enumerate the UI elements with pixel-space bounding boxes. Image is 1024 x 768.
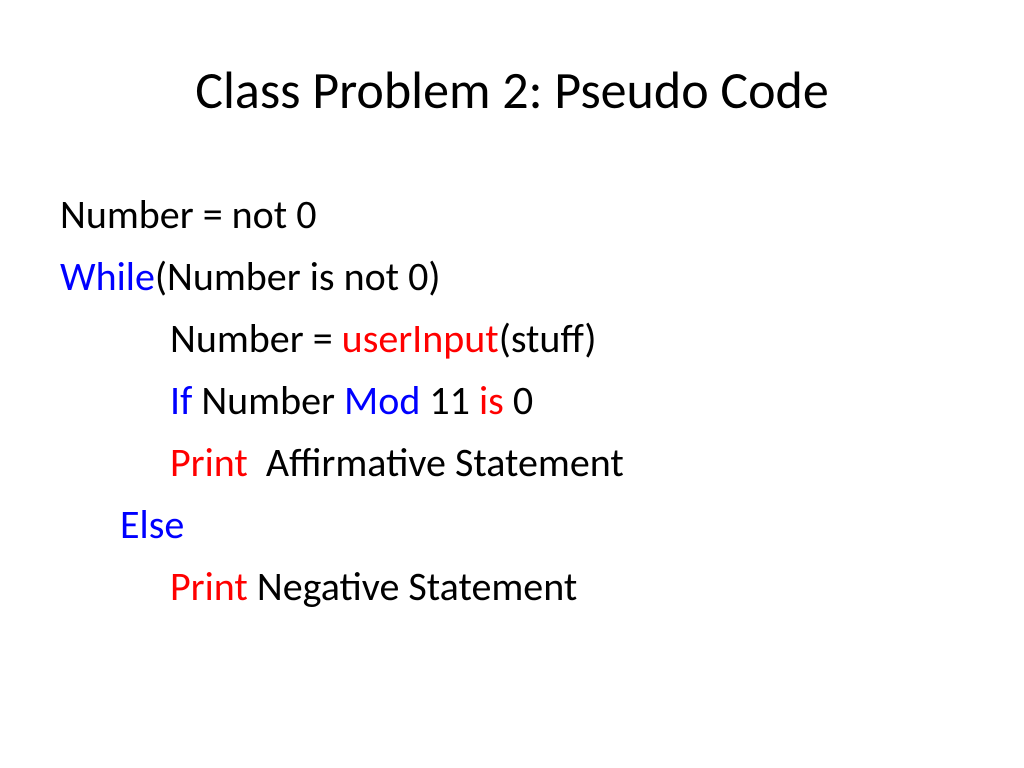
slide: Class Problem 2: Pseudo Code Number = no… (0, 0, 1024, 768)
keyword-userinput: userInput (342, 314, 499, 363)
code-text: 11 (420, 376, 479, 425)
keyword-print: Print (170, 562, 248, 611)
keyword-if: If (170, 376, 192, 425)
code-line-1: Number = not 0 (60, 184, 1024, 246)
code-text: (Number is not 0) (155, 252, 441, 301)
code-text: Number (192, 376, 344, 425)
keyword-print: Print (170, 438, 248, 487)
code-line-4: If Number Mod 11 is 0 (60, 370, 1024, 432)
code-line-3: Number = userInput(stuff) (60, 308, 1024, 370)
code-text: 0 (504, 376, 533, 425)
code-line-6: Else (60, 494, 1024, 556)
keyword-mod: Mod (344, 376, 420, 425)
code-text: Number = not 0 (60, 190, 316, 239)
code-text: (stuff) (499, 314, 597, 363)
code-text: Negative Statement (248, 562, 577, 611)
keyword-while: While (60, 252, 155, 301)
slide-title: Class Problem 2: Pseudo Code (0, 58, 1024, 122)
code-line-5: Print Affirmative Statement (60, 432, 1024, 494)
code-line-7: Print Negative Statement (60, 556, 1024, 618)
keyword-is: is (479, 376, 504, 425)
pseudocode-block: Number = not 0 While(Number is not 0) Nu… (0, 184, 1024, 618)
code-text: Affirmative Statement (248, 438, 624, 487)
code-text: Number = (170, 314, 342, 363)
code-line-2: While(Number is not 0) (60, 246, 1024, 308)
keyword-else: Else (120, 500, 184, 549)
